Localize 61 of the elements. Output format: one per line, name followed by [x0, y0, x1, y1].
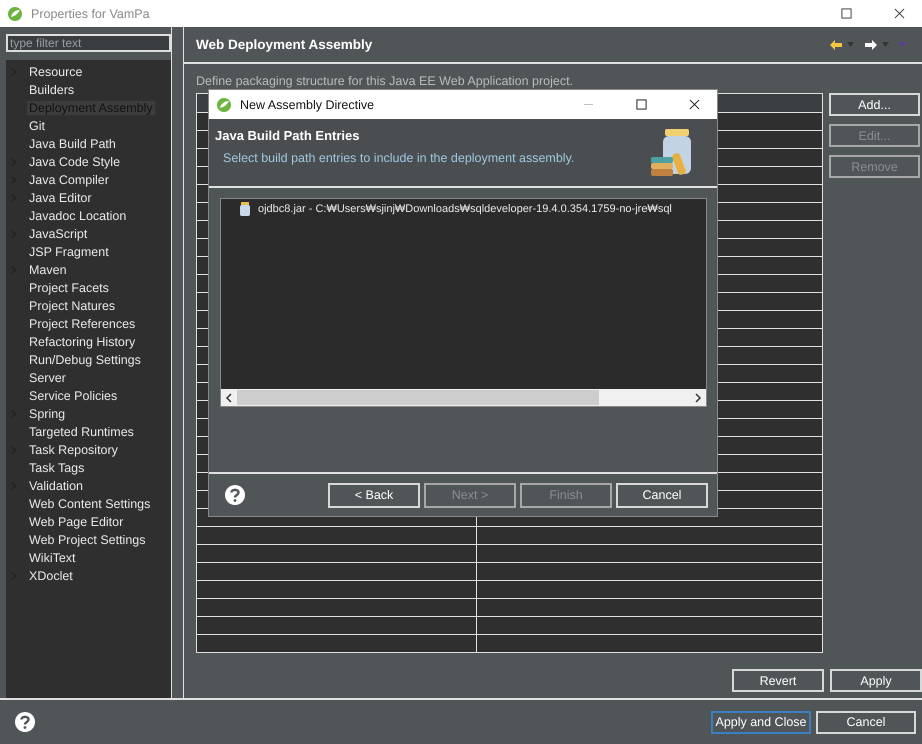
- back-arrow-icon[interactable]: [829, 38, 843, 50]
- tree-item[interactable]: Javadoc Location: [27, 209, 128, 223]
- tree-item[interactable]: Run/Debug Settings: [27, 353, 143, 367]
- tree-item[interactable]: Task Repository: [27, 443, 120, 457]
- tree-item[interactable]: Targeted Runtimes: [27, 425, 136, 439]
- dialog-button[interactable]: < Back: [328, 482, 420, 508]
- tree-item[interactable]: WikiText: [27, 551, 78, 565]
- tree-item[interactable]: Spring: [27, 407, 68, 421]
- tree-item[interactable]: Java Compiler: [27, 173, 111, 187]
- tree-item[interactable]: Web Page Editor: [27, 515, 126, 529]
- tree-item[interactable]: JavaScript: [27, 227, 90, 241]
- tree-item[interactable]: Refactoring History: [27, 335, 138, 349]
- dialog-subtitle: Select build path entries to include in the deployment assembly.: [222, 151, 576, 165]
- help-icon[interactable]: [225, 485, 245, 505]
- tree-item[interactable]: Service Policies: [27, 389, 120, 403]
- caret-icon[interactable]: [847, 42, 854, 47]
- scroll-right-icon[interactable]: [694, 392, 702, 402]
- dialog-button[interactable]: Cancel: [616, 482, 708, 508]
- description-text: Define packaging structure for this Java EE Web Application project.: [196, 74, 574, 88]
- page-button[interactable]: Apply: [830, 669, 922, 692]
- side-button[interactable]: Add...: [829, 93, 920, 116]
- tree-item[interactable]: Maven: [27, 263, 69, 277]
- page-button[interactable]: Revert: [732, 669, 824, 692]
- view-menu-icon[interactable]: [899, 42, 906, 47]
- tree-item[interactable]: Builders: [27, 83, 76, 97]
- tree-item[interactable]: Project References: [27, 317, 138, 331]
- footer-button[interactable]: Apply and Close: [711, 710, 811, 734]
- close-icon[interactable]: [894, 8, 905, 19]
- dialog-title: New Assembly Directive: [240, 98, 374, 112]
- help-icon[interactable]: [15, 712, 35, 732]
- tree-item[interactable]: Resource: [27, 65, 84, 79]
- filter-field[interactable]: type filter text: [6, 34, 171, 52]
- close-icon[interactable]: [689, 99, 700, 110]
- window-title: Properties for VamPa: [31, 6, 150, 20]
- tree-item[interactable]: Project Facets: [27, 281, 111, 295]
- tree-item[interactable]: Web Project Settings: [27, 533, 148, 547]
- tree-item[interactable]: XDoclet: [27, 569, 75, 583]
- scroll-left-icon[interactable]: [225, 392, 233, 402]
- maximize-icon[interactable]: [636, 99, 647, 110]
- horizontal-scrollbar[interactable]: [221, 389, 706, 406]
- tree-item[interactable]: JSP Fragment: [27, 245, 111, 259]
- caret-icon[interactable]: [882, 42, 889, 47]
- leaf-logo-icon: [216, 96, 232, 112]
- tree-item[interactable]: Validation: [27, 479, 85, 493]
- tree-item[interactable]: Java Build Path: [27, 137, 118, 151]
- jar-icon: [239, 202, 251, 216]
- tree-item[interactable]: Web Content Settings: [27, 497, 152, 511]
- tree-item[interactable]: Java Code Style: [27, 155, 122, 169]
- tree-item[interactable]: Git: [27, 119, 47, 133]
- tree-item[interactable]: Server: [27, 371, 68, 385]
- list-item[interactable]: ojdbc8.jar - C:₩Users₩sjinj₩Downloads₩sqldeveloper-19.4.0.354.1759-no-jre₩sql: [258, 203, 672, 215]
- dialog-heading: Java Build Path Entries: [215, 128, 360, 143]
- scroll-thumb[interactable]: [237, 390, 600, 405]
- tree-item[interactable]: Project Natures: [27, 299, 118, 313]
- footer-button[interactable]: Cancel: [816, 710, 916, 734]
- tree-item[interactable]: Task Tags: [27, 461, 86, 475]
- page-title: Web Deployment Assembly: [196, 37, 372, 52]
- maximize-icon[interactable]: [841, 8, 852, 19]
- forward-arrow-icon[interactable]: [864, 38, 878, 50]
- tree-item[interactable]: Java Editor: [27, 191, 94, 205]
- leaf-logo-icon: [7, 6, 23, 22]
